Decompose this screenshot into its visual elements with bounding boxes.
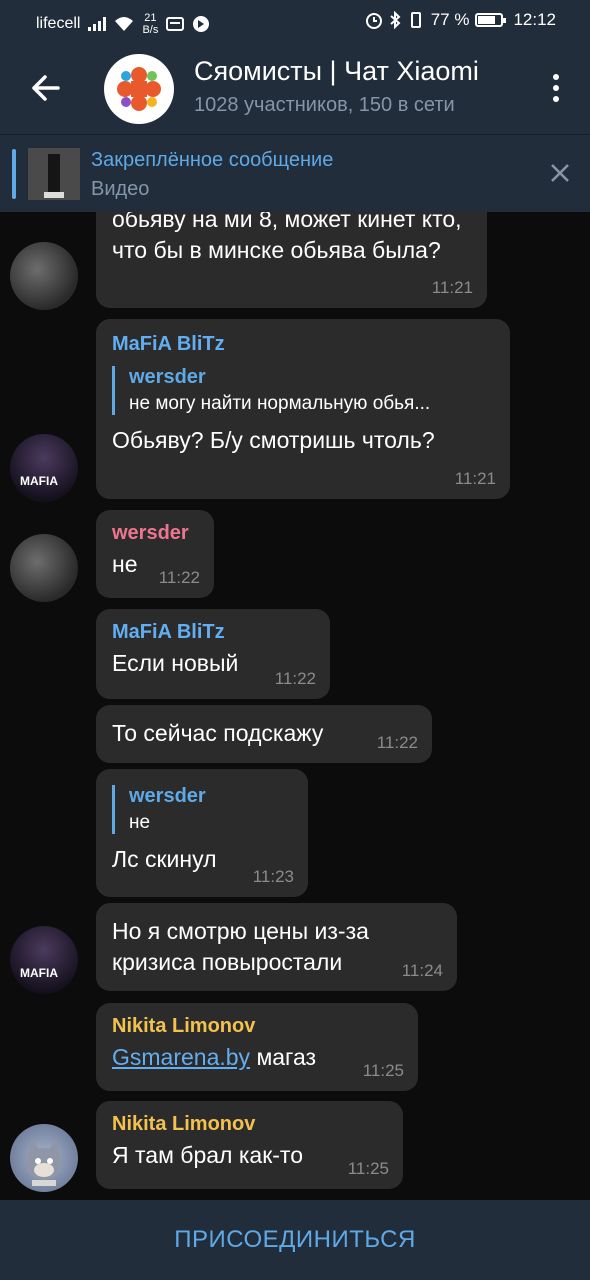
avatar-wersder[interactable] [10,242,78,310]
avatar-label: MAFIA [20,966,58,980]
message-bubble[interactable]: Nikita Limonov Gsmarena.by магаз 11:25 [96,1003,418,1091]
message-time: 11:25 [347,1159,389,1178]
carrier-label: lifecell [36,15,81,32]
message-bubble[interactable]: обьяву на ми 8, может кинет кто, что бы … [96,212,487,308]
status-bar: lifecell 21 B/s 77 % 12:12 [0,0,590,42]
avatar-mafia-blitz[interactable]: MAFIA [10,926,78,994]
quote-text: не [129,812,151,833]
reply-quote[interactable]: wersder не могу найти нормальную обья... [112,366,494,415]
pinned-message-bar[interactable]: Закреплённое сообщение Видео [0,134,590,213]
status-left: lifecell 21 B/s [36,12,210,36]
chat-title[interactable]: Сяомисты | Чат Xiaomi [194,56,479,87]
sender-name[interactable]: Nikita Limonov [112,1003,402,1038]
sender-name[interactable]: MaFiA BliTz [112,319,494,356]
reply-quote[interactable]: wersder не [112,785,292,834]
close-icon[interactable] [548,161,572,185]
message-time: 11:21 [454,469,496,488]
pinned-text: Видео [91,178,150,200]
avatar-label: MAFIA [20,474,58,488]
keyboard-icon [166,17,185,31]
message-bubble[interactable]: Nikita Limonov Я там брал как-то 11:25 [96,1101,403,1189]
alarm-icon [365,13,382,29]
battery-icon [475,13,507,27]
message-text-suffix: магаз [250,1044,317,1070]
message-time: 11:25 [362,1061,404,1080]
message-time: 11:23 [252,867,294,886]
clock: 12:12 [513,10,556,29]
message-text: Gsmarena.by магаз [112,1042,402,1073]
message-bubble[interactable]: wersder не Лс скинул 11:23 [96,769,308,897]
battery-percent: 77 % [430,10,470,29]
avatar-wersder[interactable] [10,534,78,602]
status-right: 77 % 12:12 [365,10,556,30]
group-logo-icon [117,67,161,111]
message-text: Но я смотрю цены из-за кризиса повыроста… [112,918,369,975]
chat-header: Сяомисты | Чат Xiaomi 1028 участников, 1… [0,42,590,134]
network-speed: 21 B/s [142,12,159,36]
quote-sender: wersder [129,366,206,388]
message-text: обьяву на ми 8, может кинет кто, что бы … [112,212,462,263]
message-bubble[interactable]: Но я смотрю цены из-за кризиса повыроста… [96,903,457,991]
message-link[interactable]: Gsmarena.by [112,1044,250,1070]
message-list[interactable]: обьяву на ми 8, может кинет кто, что бы … [0,212,590,1200]
message-bubble[interactable]: wersder не 11:22 [96,510,214,598]
quote-text: не могу найти нормальную обья... [129,393,431,414]
pinned-video-thumbnail [28,148,80,200]
quote-sender: wersder [129,785,206,807]
bluetooth-icon [390,11,401,29]
wifi-icon [115,17,134,31]
sender-name[interactable]: wersder [112,510,198,545]
message-time: 11:21 [431,278,473,297]
chat-subtitle: 1028 участников, 150 в сети [194,94,455,116]
person-thumbnail-icon [28,148,80,200]
message-text: Обьяву? Б/у смотришь чтоль? [112,427,435,453]
pinned-title: Закреплённое сообщение [91,149,334,171]
message-text: То сейчас подскажу [112,720,324,746]
avatar-mafia-blitz[interactable]: MAFIA [10,434,78,502]
message-time: 11:22 [376,733,418,752]
sender-name[interactable]: Nikita Limonov [112,1101,387,1136]
join-button[interactable]: ПРИСОЕДИНИТЬСЯ [174,1226,416,1254]
sender-name[interactable]: MaFiA BliTz [112,609,314,644]
back-arrow-icon[interactable] [26,68,66,108]
pinned-accent-bar [12,149,16,199]
signal-icon [88,17,107,31]
message-time: 11:22 [274,669,316,688]
avatar-nikita-limonov[interactable] [10,1124,78,1192]
more-menu-icon[interactable] [548,72,564,104]
message-bubble[interactable]: То сейчас подскажу 11:22 [96,705,432,763]
group-avatar[interactable] [104,54,174,124]
message-time: 11:24 [401,961,443,980]
message-bubble[interactable]: MaFiA BliTz Если новый 11:22 [96,609,330,699]
message-time: 11:22 [158,568,200,587]
cartoon-cat-avatar-icon [26,1138,62,1186]
notification-icon [193,16,210,32]
message-text: Я там брал как-то [112,1142,303,1168]
join-bar: ПРИСОЕДИНИТЬСЯ [0,1200,590,1280]
vibrate-icon [410,12,421,28]
message-bubble[interactable]: MaFiA BliTz wersder не могу найти нормал… [96,319,510,499]
